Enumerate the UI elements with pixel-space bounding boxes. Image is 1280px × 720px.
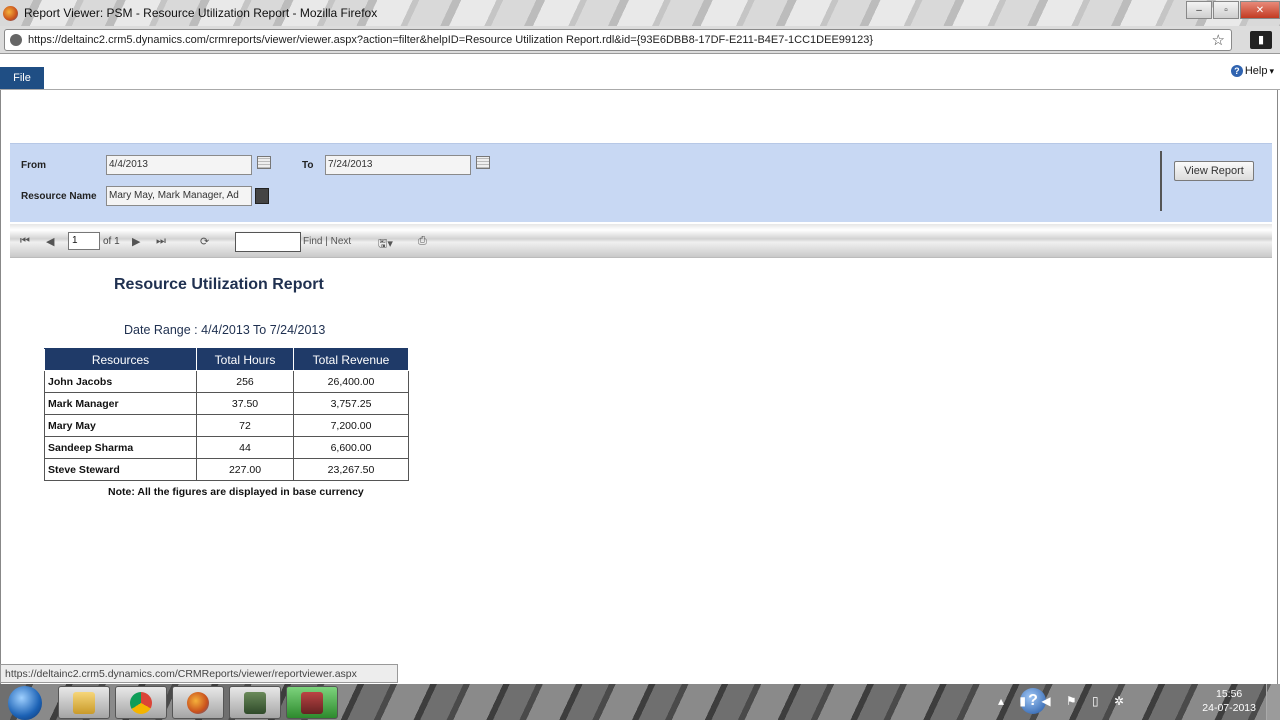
clock-date: 24-07-2013 — [1202, 702, 1256, 714]
resource-name-cell: Mary May — [44, 414, 197, 437]
resource-name-cell: Mark Manager — [44, 392, 197, 415]
app-icon — [244, 691, 266, 714]
taskbar-firefox[interactable] — [172, 686, 224, 719]
resource-utilization-table: Resources Total Hours Total Revenue John… — [44, 348, 409, 481]
help-label: Help — [1244, 65, 1268, 77]
frame-border-right — [1277, 90, 1278, 684]
minimize-button[interactable]: – — [1186, 1, 1212, 19]
to-label: To — [302, 160, 314, 171]
window-controls: – ▫ ✕ — [1185, 1, 1280, 19]
report-date-range: Date Range : 4/4/2013 To 7/24/2013 — [124, 323, 326, 337]
window-title: Report Viewer: PSM - Resource Utilizatio… — [24, 6, 378, 20]
total-revenue-cell: 3,757.25 — [293, 392, 409, 415]
addon-icon[interactable]: ▮ — [1250, 31, 1272, 49]
to-calendar-icon[interactable] — [476, 156, 490, 169]
system-tray[interactable]: ▴ ▮ ◀ ⚑ ▯ ✲ — [998, 694, 1130, 708]
total-revenue-cell: 23,267.50 — [293, 458, 409, 481]
table-row: Steve Steward 227.00 23,267.50 — [44, 458, 409, 481]
crm-menu-bar: File ? Help ▾ — [0, 55, 1280, 90]
resource-name-cell: Steve Steward — [44, 458, 197, 481]
report-parameters-panel: From 4/4/2013 To 7/24/2013 Resource Name… — [10, 143, 1272, 222]
firefox-icon — [3, 5, 18, 21]
file-menu-tab[interactable]: File — [0, 67, 44, 89]
total-hours-cell: 72 — [196, 414, 294, 437]
report-title: Resource Utilization Report — [114, 276, 324, 293]
url-field[interactable]: https://deltainc2.crm5.dynamics.com/crmr… — [4, 29, 1232, 51]
resource-name-cell: Sandeep Sharma — [44, 436, 197, 459]
maximize-button[interactable]: ▫ — [1213, 1, 1239, 19]
from-date-input[interactable]: 4/4/2013 — [106, 155, 252, 175]
column-header-total-revenue: Total Revenue — [293, 348, 409, 371]
bookmark-star-icon[interactable]: ☆ — [1212, 31, 1225, 49]
previous-page-icon[interactable]: ◀ — [46, 235, 54, 248]
window-title-bar: Report Viewer: PSM - Resource Utilizatio… — [0, 0, 1280, 26]
next-page-icon[interactable]: ▶ — [132, 235, 140, 248]
taskbar-clock[interactable]: 15:56 24-07-2013 — [1202, 687, 1256, 715]
total-revenue-cell: 7,200.00 — [293, 414, 409, 437]
chrome-icon — [130, 691, 152, 714]
table-row: Sandeep Sharma 44 6,600.00 — [44, 436, 409, 459]
folder-icon — [73, 691, 95, 714]
from-label: From — [21, 160, 46, 171]
page-count: of 1 — [103, 236, 120, 247]
find-next-link[interactable]: Find | Next — [303, 236, 351, 247]
total-revenue-cell: 26,400.00 — [293, 370, 409, 393]
windows-taskbar: ? ▴ ▮ ◀ ⚑ ▯ ✲ 15:56 24-07-2013 — [0, 684, 1280, 720]
taskbar-chrome[interactable] — [115, 686, 167, 719]
find-text-input[interactable] — [235, 232, 301, 252]
help-menu[interactable]: ? Help ▾ — [1230, 65, 1274, 77]
from-calendar-icon[interactable] — [257, 156, 271, 169]
resource-name-label: Resource Name — [21, 191, 97, 202]
table-header-row: Resources Total Hours Total Revenue — [44, 348, 409, 371]
total-hours-cell: 44 — [196, 436, 294, 459]
to-date-input[interactable]: 7/24/2013 — [325, 155, 471, 175]
total-hours-cell: 227.00 — [196, 458, 294, 481]
resource-dropdown-icon[interactable] — [255, 188, 269, 204]
export-icon[interactable]: 🖫▾ — [378, 235, 393, 254]
panel-separator — [1160, 151, 1162, 211]
refresh-icon[interactable]: ⟳ — [200, 235, 209, 248]
site-identity-icon[interactable] — [10, 34, 22, 46]
column-header-total-hours: Total Hours — [196, 348, 294, 371]
total-hours-cell: 256 — [196, 370, 294, 393]
start-button[interactable] — [8, 686, 42, 720]
resource-name-input[interactable]: Mary May, Mark Manager, Ad — [106, 186, 252, 206]
table-row: Mark Manager 37.50 3,757.25 — [44, 392, 409, 415]
total-hours-cell: 37.50 — [196, 392, 294, 415]
help-icon: ? — [1230, 65, 1243, 77]
report-toolbar: ⏮ ◀ 1 of 1 ▶ ⏭ ⟳ Find | Next 🖫▾ ⎙ — [10, 224, 1272, 258]
frame-border-left — [0, 90, 1, 684]
taskbar-explorer[interactable] — [58, 686, 110, 719]
address-bar: https://deltainc2.crm5.dynamics.com/crmr… — [0, 26, 1280, 54]
currency-note: Note: All the figures are displayed in b… — [108, 486, 364, 498]
table-row: John Jacobs 256 26,400.00 — [44, 370, 409, 393]
page-number-input[interactable]: 1 — [68, 232, 100, 250]
browser-status-bar: https://deltainc2.crm5.dynamics.com/CRMR… — [0, 664, 398, 683]
clock-time: 15:56 — [1216, 688, 1243, 700]
last-page-icon[interactable]: ⏭ — [156, 235, 166, 248]
print-icon[interactable]: ⎙ — [418, 235, 427, 248]
app-icon — [301, 691, 323, 714]
table-row: Mary May 72 7,200.00 — [44, 414, 409, 437]
help-caret-icon: ▾ — [1269, 65, 1274, 76]
column-header-resources: Resources — [44, 348, 197, 371]
taskbar-app-4[interactable] — [229, 686, 281, 719]
firefox-icon — [187, 691, 209, 714]
view-report-button[interactable]: View Report — [1174, 161, 1254, 181]
resource-name-cell: John Jacobs — [44, 370, 197, 393]
show-desktop-button[interactable] — [1266, 684, 1280, 720]
taskbar-app-5[interactable] — [286, 686, 338, 719]
first-page-icon[interactable]: ⏮ — [20, 235, 30, 248]
url-text: https://deltainc2.crm5.dynamics.com/crmr… — [28, 34, 874, 46]
total-revenue-cell: 6,600.00 — [293, 436, 409, 459]
close-button[interactable]: ✕ — [1240, 1, 1280, 19]
